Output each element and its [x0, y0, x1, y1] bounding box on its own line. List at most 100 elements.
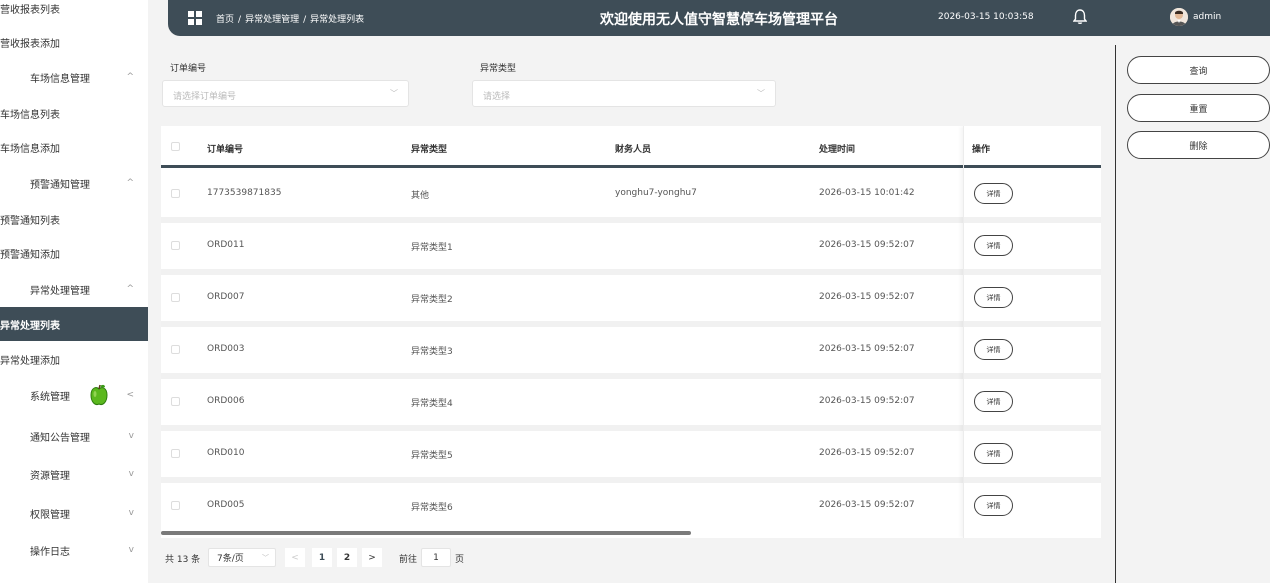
next-page-button[interactable]: >: [362, 548, 382, 567]
sidebar-item-lot-list[interactable]: 车场信息列表: [0, 96, 148, 130]
horizontal-scrollbar[interactable]: [161, 531, 691, 535]
detail-button[interactable]: 详情: [974, 391, 1013, 412]
table-row: ORD010 异常类型5 2026-03-15 09:52:07 详情: [161, 431, 1101, 477]
goto-label: 前往: [399, 555, 418, 565]
reset-button[interactable]: 重置: [1127, 94, 1270, 122]
breadcrumb-home[interactable]: 首页: [216, 15, 234, 25]
sidebar-item-alert-list[interactable]: 预警通知列表: [0, 202, 148, 236]
chevron-down-icon: v: [128, 469, 134, 479]
sidebar-item-resource-management[interactable]: 资源管理 v: [0, 457, 148, 491]
cell-order: ORD006: [207, 396, 245, 406]
sidebar-item-exception-management[interactable]: 异常处理管理 ^: [0, 272, 148, 306]
cell-time: 2026-03-15 09:52:07: [819, 448, 915, 458]
column-header-actions: 操作: [972, 145, 991, 155]
sidebar-item-exception-add[interactable]: 异常处理添加: [0, 342, 148, 376]
username[interactable]: admin: [1193, 12, 1221, 22]
sidebar-item-label: 系统管理: [30, 391, 70, 403]
order-number-select[interactable]: 请选择订单编号 ﹀: [162, 80, 409, 107]
order-number-placeholder: 请选择订单编号: [173, 92, 237, 102]
cell-order: ORD011: [207, 240, 245, 250]
table-row: ORD007 异常类型2 2026-03-15 09:52:07 详情: [161, 275, 1101, 321]
chevron-down-icon: v: [128, 431, 134, 441]
page-size-select[interactable]: 7条/页 ﹀: [208, 548, 276, 567]
cell-time: 2026-03-15 09:52:07: [819, 396, 915, 406]
cell-time: 2026-03-15 09:52:07: [819, 240, 915, 250]
table-row: ORD005 异常类型6 2026-03-15 09:52:07 详情: [161, 483, 1101, 529]
detail-button[interactable]: 详情: [974, 495, 1013, 516]
detail-button[interactable]: 详情: [974, 339, 1013, 360]
sidebar-item-permission-management[interactable]: 权限管理 v: [0, 496, 148, 530]
column-header-type[interactable]: 异常类型: [411, 142, 447, 155]
sidebar-item-label: 异常处理列表: [0, 320, 60, 332]
detail-button[interactable]: 详情: [974, 443, 1013, 464]
sidebar-item-label: 预警通知添加: [0, 249, 60, 261]
table-header: 订单编号 异常类型 财务人员 处理时间 操作: [161, 126, 1101, 168]
detail-button[interactable]: 详情: [974, 235, 1013, 256]
sidebar-item-label: 营收报表列表: [0, 4, 60, 16]
row-checkbox[interactable]: [171, 241, 180, 250]
sidebar-item-notice-management[interactable]: 通知公告管理 v: [0, 419, 148, 453]
breadcrumb-exception-list: 异常处理列表: [310, 15, 365, 25]
table-row: 1773539871835 其他 yonghu7-yonghu7 2026-03…: [161, 171, 1101, 217]
avatar[interactable]: [1170, 8, 1188, 26]
sidebar-item-label: 操作日志: [30, 546, 70, 558]
total-count: 共 13 条: [165, 555, 201, 565]
chevron-up-icon: ^: [126, 284, 134, 294]
cell-type: 异常类型2: [411, 295, 453, 305]
table-row: ORD006 异常类型4 2026-03-15 09:52:07 详情: [161, 379, 1101, 425]
cell-order: ORD005: [207, 500, 245, 510]
bell-icon[interactable]: [1073, 9, 1087, 25]
cell-type: 其他: [411, 191, 430, 201]
breadcrumb-separator: /: [303, 15, 307, 25]
table-row: ORD011 异常类型1 2026-03-15 09:52:07 详情: [161, 223, 1101, 269]
cell-type: 异常类型1: [411, 243, 453, 253]
chevron-up-icon: ^: [126, 178, 134, 188]
menu-grid-icon[interactable]: [188, 11, 202, 25]
goto-page-input[interactable]: 1: [421, 548, 451, 567]
sidebar-item-label: 预警通知管理: [30, 179, 90, 191]
cell-type: 异常类型5: [411, 451, 453, 461]
exception-type-label: 异常类型: [480, 64, 517, 74]
query-button[interactable]: 查询: [1127, 56, 1270, 84]
breadcrumb: 首页 / 异常处理管理 / 异常处理列表: [216, 12, 364, 25]
column-header-time[interactable]: 处理时间: [819, 142, 855, 155]
apple-icon: [90, 384, 108, 405]
cell-time: 2026-03-15 09:52:07: [819, 344, 915, 354]
detail-button[interactable]: 详情: [974, 183, 1013, 204]
sidebar-item-revenue-add[interactable]: 营收报表添加: [0, 25, 148, 59]
detail-button[interactable]: 详情: [974, 287, 1013, 308]
sidebar-item-label: 资源管理: [30, 470, 70, 482]
cell-type: 异常类型4: [411, 399, 453, 409]
row-checkbox[interactable]: [171, 189, 180, 198]
page-2-button[interactable]: 2: [337, 548, 357, 567]
sidebar-item-system-management[interactable]: 系统管理 <: [0, 378, 148, 412]
select-all-checkbox[interactable]: [171, 142, 180, 151]
chevron-down-icon: ﹀: [390, 89, 398, 98]
divider: [1115, 45, 1116, 583]
column-header-staff[interactable]: 财务人员: [615, 142, 651, 155]
page-1-button[interactable]: 1: [312, 548, 332, 567]
chevron-up-icon: ^: [126, 72, 134, 82]
column-header-order[interactable]: 订单编号: [207, 142, 243, 155]
sidebar-item-lot-management[interactable]: 车场信息管理 ^: [0, 60, 148, 94]
sidebar-item-lot-add[interactable]: 车场信息添加: [0, 130, 148, 164]
row-checkbox[interactable]: [171, 501, 180, 510]
breadcrumb-exception-management[interactable]: 异常处理管理: [245, 15, 299, 25]
row-checkbox[interactable]: [171, 449, 180, 458]
delete-button[interactable]: 删除: [1127, 131, 1270, 159]
sidebar-item-operation-log[interactable]: 操作日志 v: [0, 533, 148, 567]
cell-order: ORD003: [207, 344, 245, 354]
exception-type-select[interactable]: 请选择 ﹀: [472, 80, 776, 107]
sidebar-item-label: 车场信息添加: [0, 143, 60, 155]
prev-page-button[interactable]: <: [285, 548, 305, 567]
chevron-down-icon: ﹀: [262, 553, 269, 562]
chevron-down-icon: v: [128, 508, 134, 518]
sidebar-item-alert-add[interactable]: 预警通知添加: [0, 236, 148, 270]
row-checkbox[interactable]: [171, 397, 180, 406]
row-checkbox[interactable]: [171, 345, 180, 354]
row-checkbox[interactable]: [171, 293, 180, 302]
sidebar-item-exception-list[interactable]: 异常处理列表: [0, 307, 148, 341]
sidebar-item-revenue-list[interactable]: 营收报表列表: [0, 0, 148, 25]
cell-type: 异常类型3: [411, 347, 453, 357]
sidebar-item-alert-management[interactable]: 预警通知管理 ^: [0, 166, 148, 200]
